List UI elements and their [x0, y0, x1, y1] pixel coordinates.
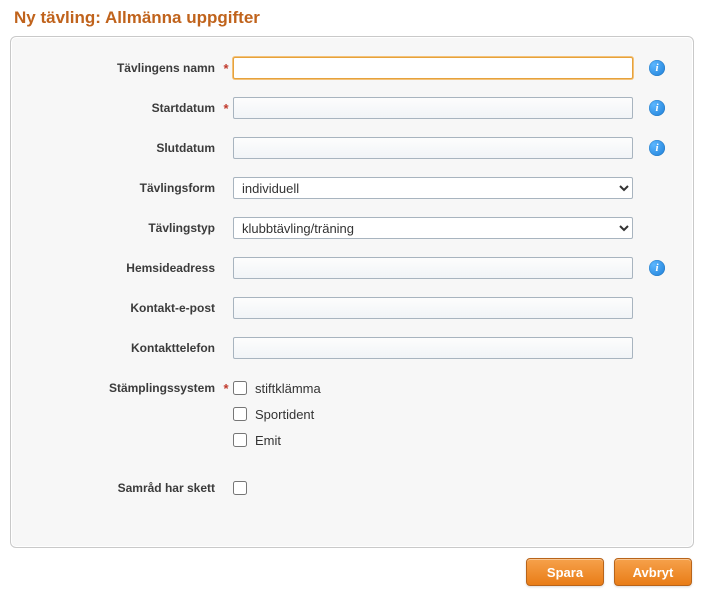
- url-input[interactable]: [233, 257, 633, 279]
- punch-stift-checkbox[interactable]: [233, 381, 247, 395]
- punch-sportident-checkbox[interactable]: [233, 407, 247, 421]
- label-form: Tävlingsform: [31, 181, 219, 195]
- form-panel: Tävlingens namn * i Startdatum * i Slutd…: [10, 36, 694, 548]
- start-date-input[interactable]: [233, 97, 633, 119]
- label-punch: Stämplingssystem: [31, 381, 219, 395]
- cancel-button[interactable]: Avbryt: [614, 558, 692, 586]
- form-select[interactable]: individuell: [233, 177, 633, 199]
- phone-input[interactable]: [233, 337, 633, 359]
- punch-emit-label: Emit: [255, 433, 281, 448]
- info-icon[interactable]: i: [649, 60, 665, 76]
- name-input[interactable]: [233, 57, 633, 79]
- consult-checkbox[interactable]: [233, 481, 247, 495]
- punch-emit-checkbox[interactable]: [233, 433, 247, 447]
- save-button[interactable]: Spara: [526, 558, 604, 586]
- required-marker: *: [219, 61, 233, 76]
- label-start: Startdatum: [31, 101, 219, 115]
- punch-sportident-label: Sportident: [255, 407, 314, 422]
- page-title: Ny tävling: Allmänna uppgifter: [14, 8, 694, 28]
- label-phone: Kontakttelefon: [31, 341, 219, 355]
- label-type: Tävlingstyp: [31, 221, 219, 235]
- info-icon[interactable]: i: [649, 100, 665, 116]
- label-name: Tävlingens namn: [31, 61, 219, 75]
- end-date-input[interactable]: [233, 137, 633, 159]
- email-input[interactable]: [233, 297, 633, 319]
- required-marker: *: [219, 101, 233, 116]
- type-select[interactable]: klubbtävling/träning: [233, 217, 633, 239]
- button-bar: Spara Avbryt: [10, 558, 694, 586]
- label-consult: Samråd har skett: [31, 481, 219, 495]
- label-url: Hemsideadress: [31, 261, 219, 275]
- label-end: Slutdatum: [31, 141, 219, 155]
- info-icon[interactable]: i: [649, 260, 665, 276]
- required-marker: *: [219, 381, 233, 396]
- label-email: Kontakt-e-post: [31, 301, 219, 315]
- punch-stift-label: stiftklämma: [255, 381, 321, 396]
- info-icon[interactable]: i: [649, 140, 665, 156]
